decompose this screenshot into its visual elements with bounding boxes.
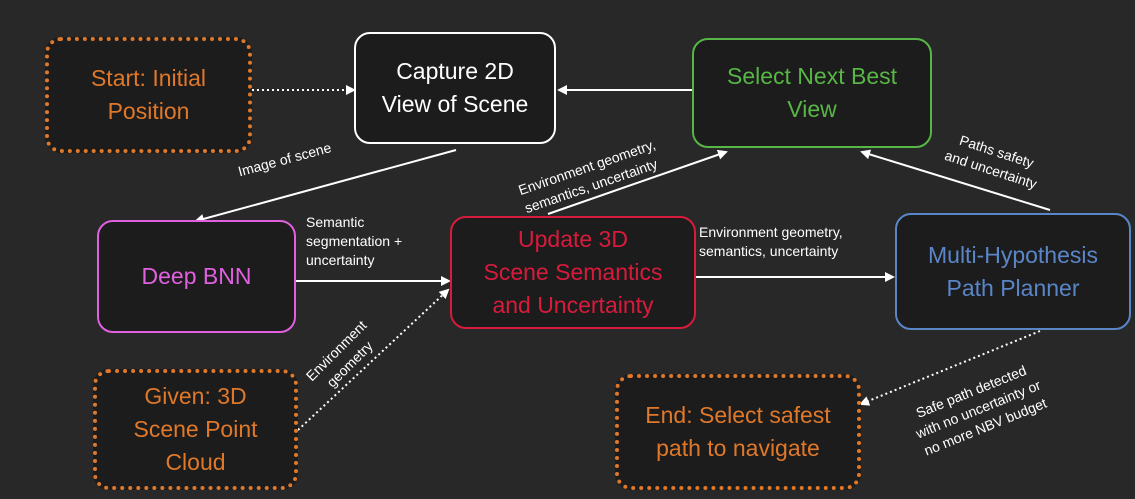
node-start: Start: Initial Position	[45, 37, 252, 153]
edge-label-semantic-seg: Semantic segmentation + uncertainty	[306, 214, 403, 268]
node-end: End: Select safest path to navigate	[615, 374, 861, 490]
edge-capture-to-bnn	[194, 149, 457, 224]
node-deep-bnn: Deep BNN	[97, 220, 296, 333]
node-given: Given: 3D Scene Point Cloud	[93, 369, 298, 490]
node-planner: Multi-Hypothesis Path Planner	[895, 213, 1131, 330]
node-capture: Capture 2D View of Scene	[354, 32, 556, 144]
edge-label-env-to-planner: Environment geometry, semantics, uncerta…	[699, 224, 843, 259]
node-select-nbv: Select Next Best View	[692, 38, 932, 148]
diagram-canvas: Start: Initial Position Capture 2D View …	[0, 0, 1135, 499]
node-update: Update 3D Scene Semantics and Uncertaint…	[450, 216, 696, 329]
